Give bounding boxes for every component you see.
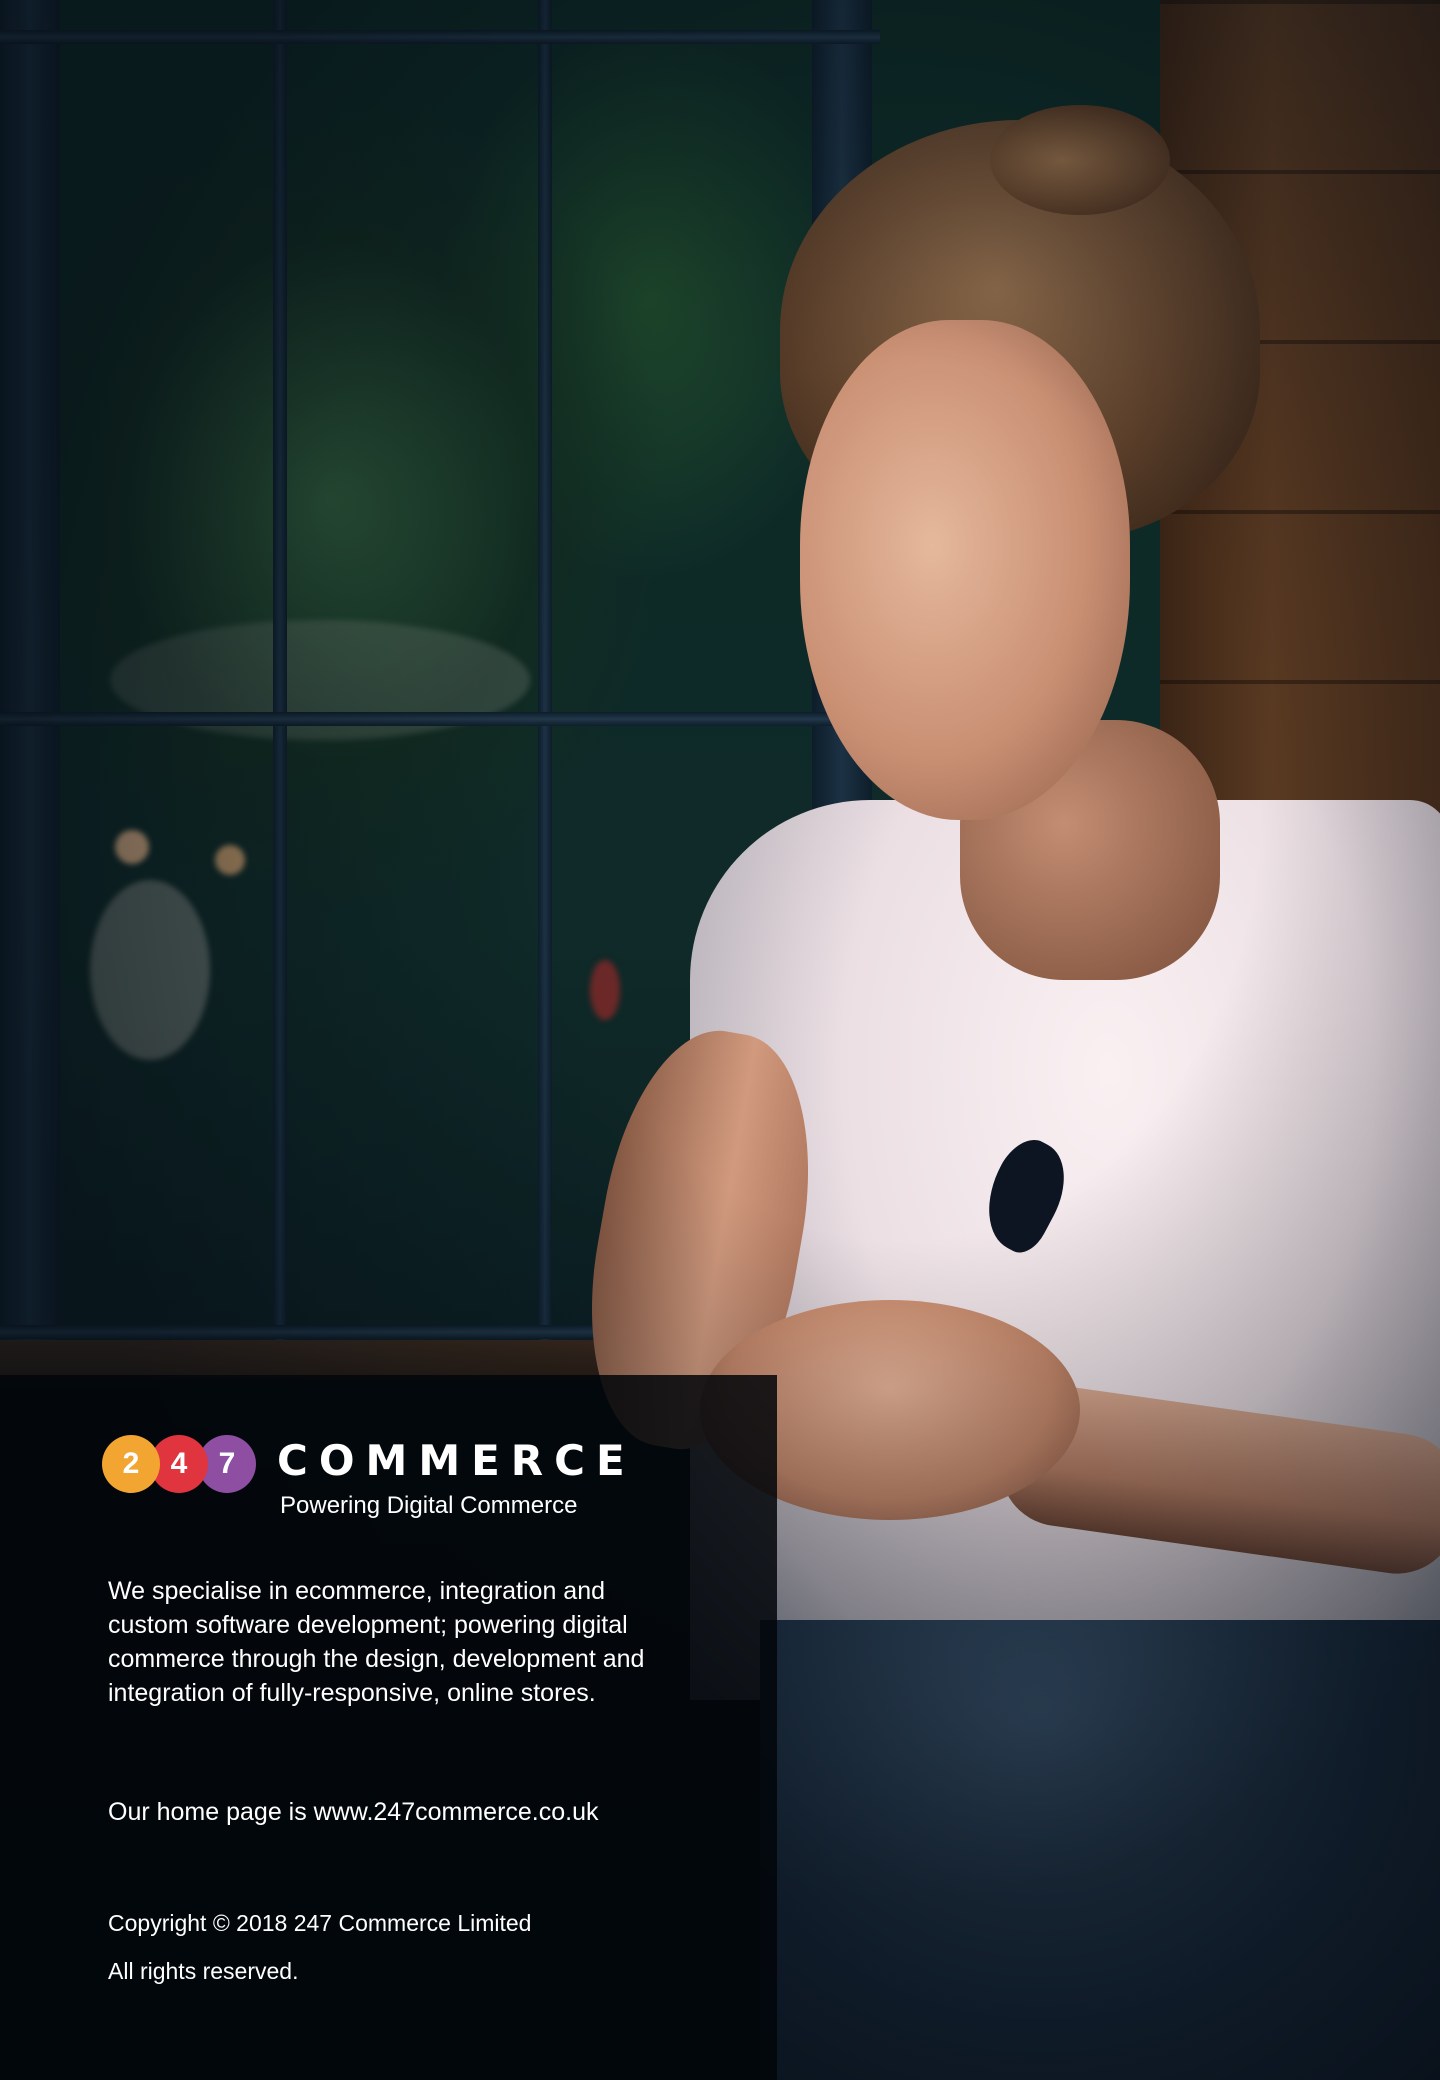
company-description: We specialise in ecommerce, integration … [108,1577,645,1707]
copyright-text: Copyright © 2018 247 Commerce Limited [108,1910,532,1936]
page: 2 4 7 COMMERCE Powering Digital Commerce… [0,0,1440,2080]
logo-digit-2: 2 [102,1435,160,1493]
brand-tagline: Powering Digital Commerce [280,1492,578,1519]
logo-mark: 2 4 7 [102,1435,256,1493]
homepage-text: Our home page is www.247commerce.co.uk [108,1798,599,1826]
rights-text: All rights reserved. [108,1958,299,1984]
brand-name: COMMERCE [277,1436,636,1485]
